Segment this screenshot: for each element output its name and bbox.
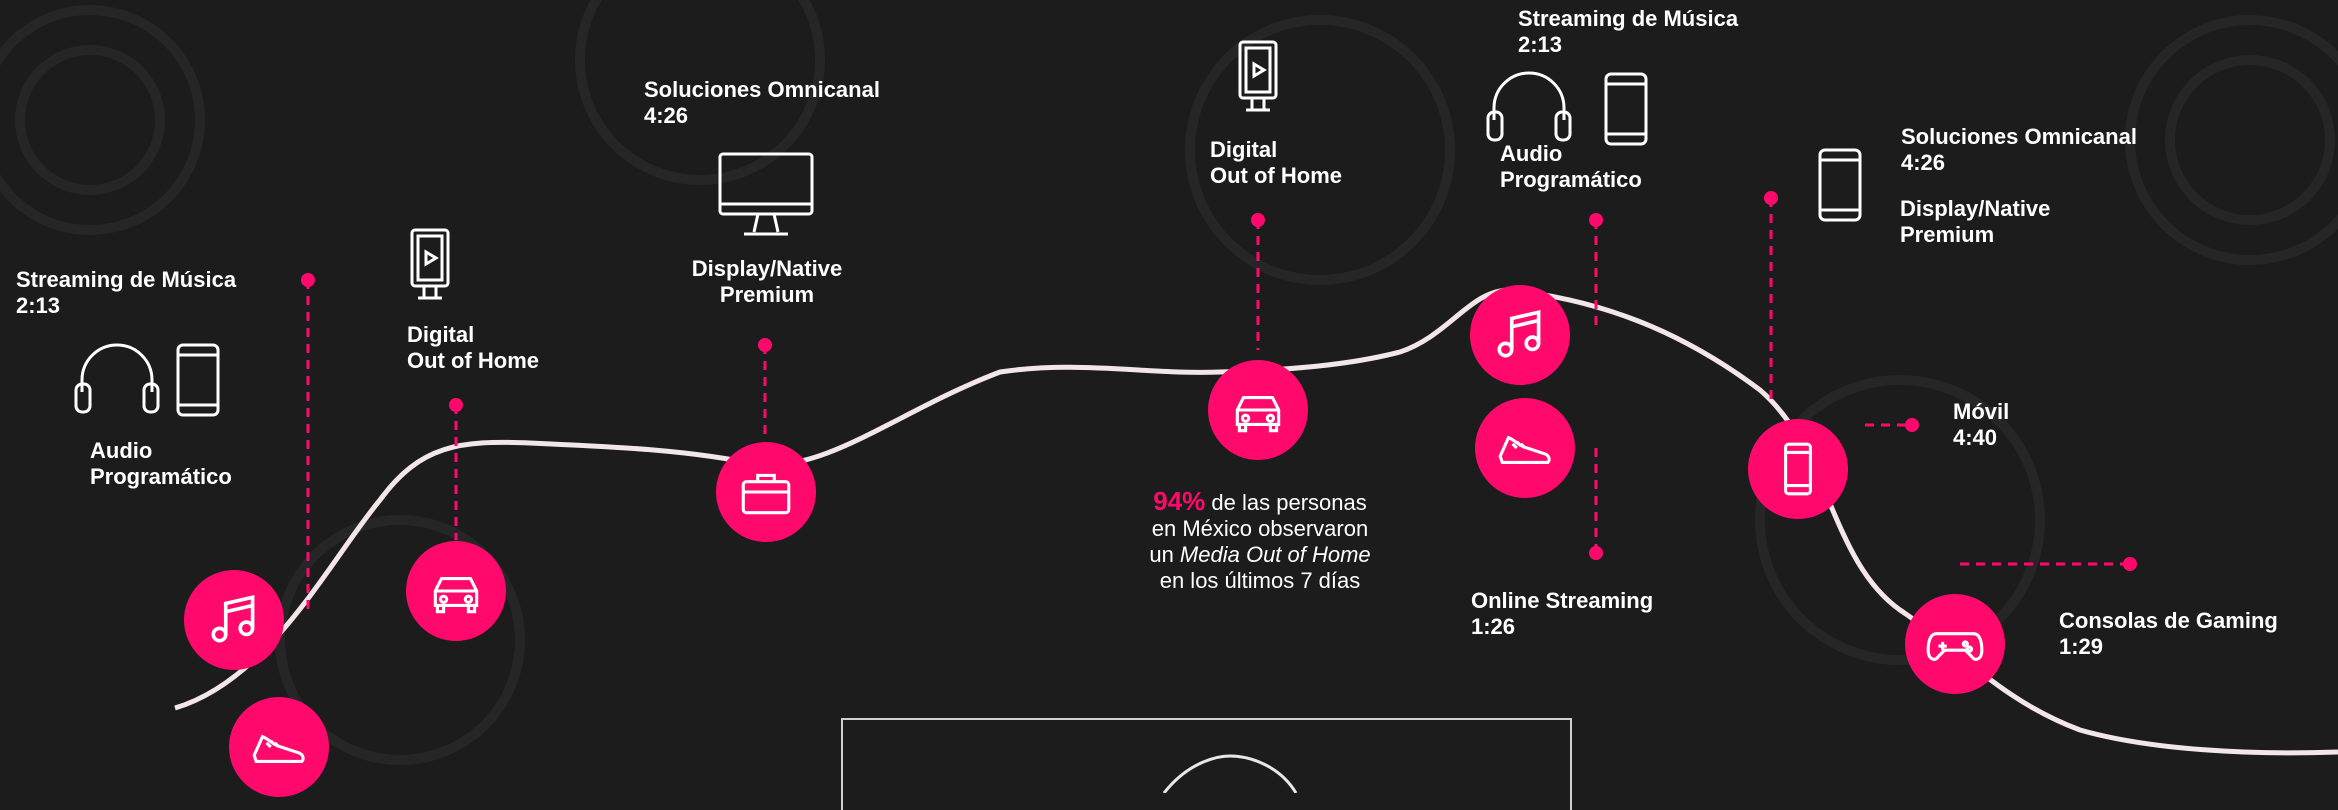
digital-signage-icon	[1238, 40, 1278, 112]
smartphone-icon	[1604, 72, 1648, 146]
label-digital-ooh-1: Digital Out of Home	[407, 322, 539, 373]
digital-signage-icon	[410, 228, 450, 300]
stat-callout: 94% de las personas en México observaron…	[1149, 486, 1371, 593]
smartphone-icon	[1748, 419, 1848, 519]
label-consolas-gaming: Consolas de Gaming 1:29	[2059, 608, 2278, 659]
label-streaming-musica-2: Streaming de Música 2:13	[1518, 6, 1739, 57]
smartphone-icon	[176, 343, 220, 417]
gamepad-icon	[1905, 594, 2005, 694]
car-icon	[1208, 360, 1308, 460]
label-audio-programatico-1: Audio Programático	[90, 438, 232, 489]
label-digital-ooh-2: Digital Out of Home	[1210, 137, 1342, 188]
journey-diagram: Streaming de Música 2:13 Audio Programátic…	[0, 0, 2338, 810]
label-online-streaming: Online Streaming 1:26	[1471, 588, 1654, 639]
label-display-native-1: Display/Native Premium	[691, 256, 843, 307]
headphones-icon	[1486, 71, 1572, 142]
smartphone-icon	[1818, 148, 1862, 222]
car-icon	[406, 541, 506, 641]
monitor-icon	[718, 152, 814, 236]
music-note-icon	[1470, 285, 1570, 385]
headphones-icon	[74, 343, 160, 414]
bottom-arc	[1162, 754, 1298, 793]
briefcase-icon	[716, 442, 816, 542]
sneaker-icon	[1475, 398, 1575, 498]
stat-percent: 94%	[1153, 486, 1206, 516]
label-soluciones-omnicanal-2: Soluciones Omnicanal 4:26	[1901, 124, 2137, 175]
sneaker-icon	[229, 697, 329, 797]
label-movil: Móvil 4:40	[1953, 399, 2010, 450]
label-streaming-musica-1: Streaming de Música 2:13	[16, 267, 237, 318]
music-note-icon	[184, 570, 284, 670]
label-display-native-2: Display/Native Premium	[1900, 196, 2051, 247]
label-soluciones-omnicanal-1: Soluciones Omnicanal 4:26	[644, 77, 880, 128]
label-audio-programatico-2: Audio Programático	[1500, 141, 1642, 192]
